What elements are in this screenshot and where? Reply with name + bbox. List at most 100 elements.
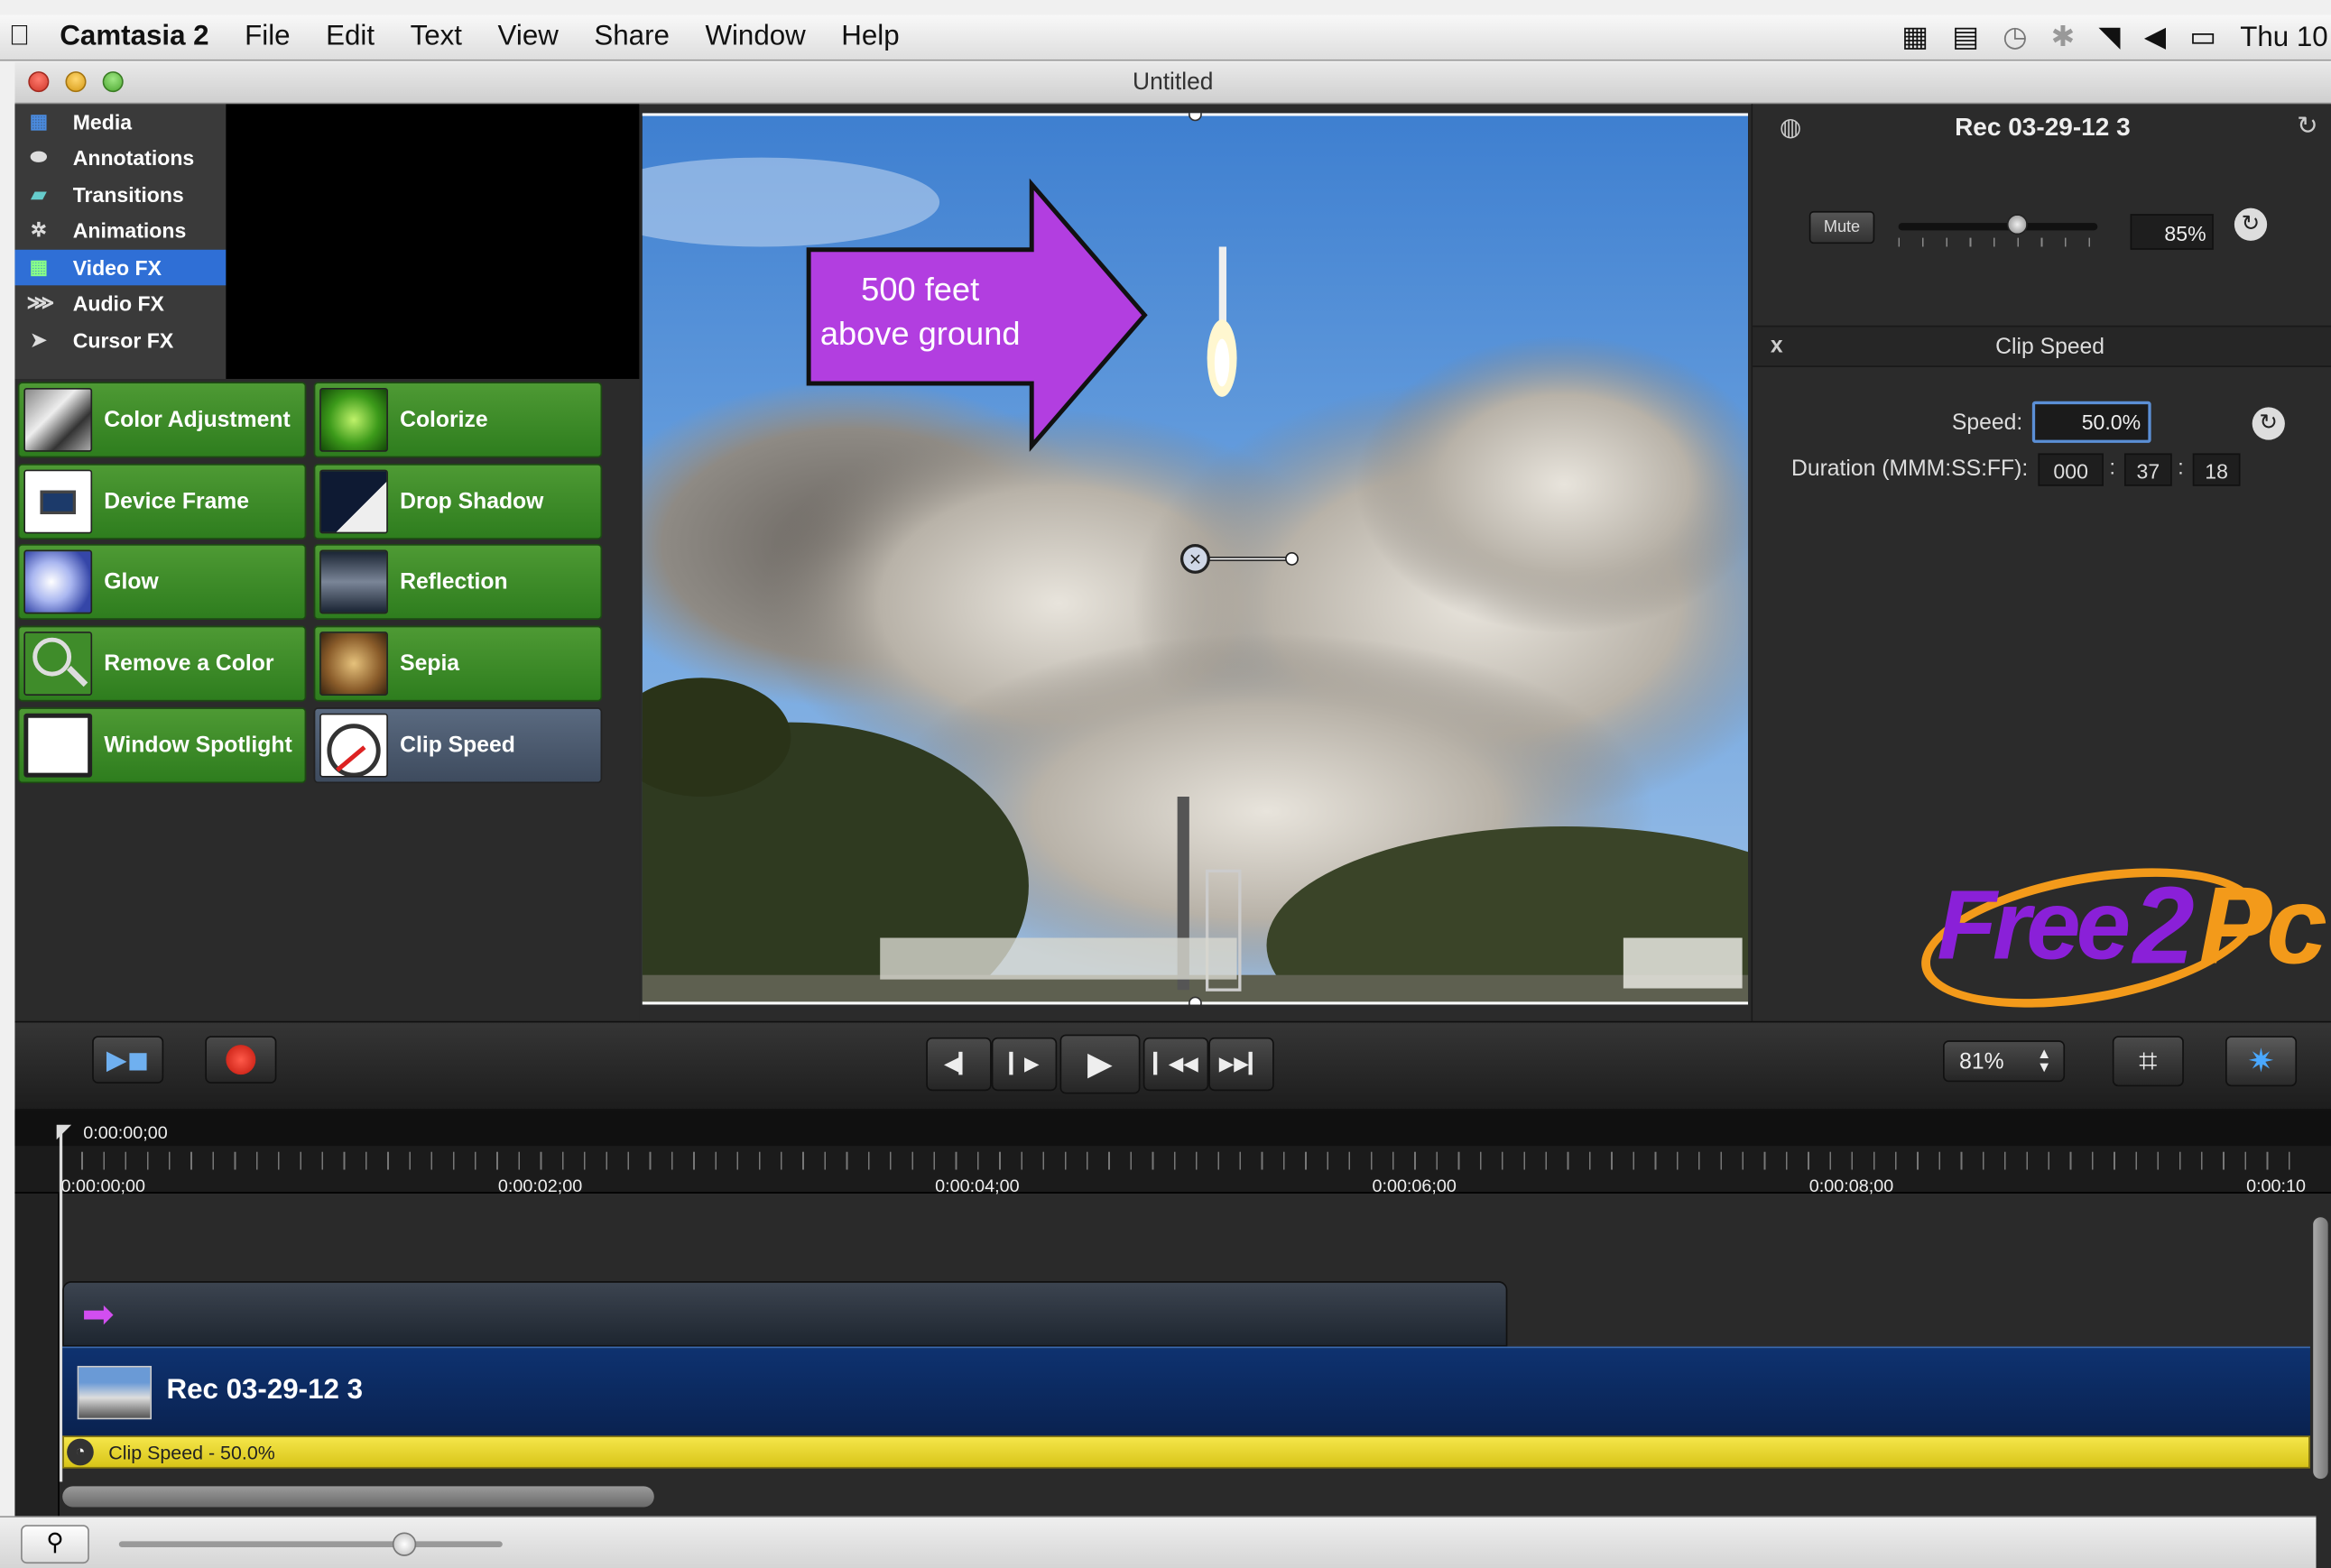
- bluetooth-icon[interactable]: ✱: [2051, 21, 2075, 55]
- speedometer-icon: [319, 713, 388, 778]
- menu-text[interactable]: Text: [411, 21, 462, 53]
- fx-remove-a-color[interactable]: Remove a Color: [17, 625, 307, 702]
- timeline-ruler[interactable]: ◤ 0:00:00;00 0:00:00;00 0:00:02;00 0:00:…: [14, 1110, 2331, 1197]
- timeline-horizontal-scrollbar[interactable]: [59, 1481, 2317, 1512]
- skip-back-icon: ▎◀◀: [1153, 1052, 1198, 1075]
- zoom-window-button[interactable]: [102, 71, 124, 93]
- rewind-button[interactable]: ▎◀◀: [1142, 1037, 1209, 1092]
- fx-window-spotlight[interactable]: Window Spotlight: [17, 707, 307, 784]
- volume-icon[interactable]: ◀: [2144, 21, 2166, 55]
- library-item-animations[interactable]: ✲ Animations: [14, 213, 226, 249]
- window-title-bar[interactable]: Untitled: [14, 62, 2331, 105]
- playhead-time: 0:00:00;00: [83, 1121, 168, 1143]
- library-item-transitions[interactable]: ▰ Transitions: [14, 177, 226, 213]
- film-status-icon[interactable]: ▦: [1901, 21, 1929, 55]
- timeline: ◤ 0:00:00;00 0:00:00;00 0:00:02;00 0:00:…: [14, 1110, 2331, 1568]
- gear-icon: ✷: [2247, 1041, 2275, 1080]
- duration-seconds-field[interactable]: 37: [2123, 453, 2172, 486]
- library-item-video-fx[interactable]: ▦ Video FX: [14, 249, 227, 286]
- wifi-icon[interactable]: ◥: [2098, 21, 2120, 55]
- preview-canvas[interactable]: × 500 feet above ground: [642, 113, 1749, 1005]
- fx-color-adjustment[interactable]: Color Adjustment: [17, 382, 307, 458]
- magnifier-icon: [23, 632, 93, 696]
- evernote-status-icon[interactable]: ▤: [1952, 21, 1979, 55]
- library-preview-area: [226, 104, 640, 380]
- previous-frame-button[interactable]: ◀▎: [926, 1037, 992, 1092]
- speed-reset-icon[interactable]: ↻: [2252, 407, 2285, 440]
- fx-reflection[interactable]: Reflection: [313, 543, 603, 620]
- main-window: ▦ Media ⬬ Annotations ▰ Transitions ✲ An…: [14, 104, 2331, 1568]
- speed-input[interactable]: 50.0%: [2031, 401, 2151, 443]
- timeline-zoom-bar: ⚲: [0, 1516, 2317, 1568]
- record-screen-button[interactable]: ▶◼: [92, 1036, 164, 1084]
- waveform-icon: ⋙: [26, 291, 55, 314]
- reset-icon[interactable]: ↻: [2297, 112, 2317, 142]
- transitions-icon: ▰: [31, 182, 47, 206]
- clock[interactable]: Thu 10: [2240, 22, 2327, 54]
- duration-frames-field[interactable]: 18: [2192, 453, 2241, 486]
- fast-forward-button[interactable]: ▶▶▎: [1208, 1037, 1274, 1092]
- fx-drop-shadow[interactable]: Drop Shadow: [313, 463, 603, 540]
- time-machine-icon[interactable]: ◷: [2003, 21, 2027, 55]
- properties-toggle-button[interactable]: ✷: [2225, 1036, 2298, 1087]
- library-item-audio-fx[interactable]: ⋙ Audio FX: [14, 285, 226, 321]
- zoom-search-button[interactable]: ⚲: [21, 1525, 89, 1564]
- record-icon: [226, 1045, 256, 1075]
- video-fx-panel: Color Adjustment Colorize Device Frame D…: [14, 379, 640, 1021]
- vertical-scroll-thumb[interactable]: [2313, 1217, 2328, 1480]
- fx-clip-speed[interactable]: Clip Speed: [313, 707, 603, 784]
- menu-file[interactable]: File: [245, 21, 290, 53]
- device-frame-thumbnail-icon: [23, 469, 93, 534]
- gear-icon: ✲: [30, 218, 47, 241]
- volume-reset-icon[interactable]: ↻: [2234, 208, 2268, 241]
- horizontal-scroll-thumb[interactable]: [62, 1486, 654, 1508]
- crop-button[interactable]: ⌗: [2112, 1036, 2184, 1087]
- menu-bar:  Camtasia 2 File Edit Text View Share W…: [0, 14, 2331, 61]
- fx-glow[interactable]: Glow: [17, 543, 307, 620]
- minimize-window-button[interactable]: [65, 71, 87, 93]
- next-frame-button[interactable]: ▎▶: [991, 1037, 1058, 1092]
- ruler-label-4: 0:00:04;00: [935, 1176, 1020, 1197]
- fx-sepia[interactable]: Sepia: [313, 625, 603, 702]
- battery-icon[interactable]: ▭: [2189, 21, 2216, 55]
- menu-window[interactable]: Window: [705, 21, 805, 53]
- volume-slider-knob[interactable]: [2007, 214, 2029, 235]
- volume-field[interactable]: 85%: [2130, 214, 2214, 250]
- ruler-label-8: 0:00:08;00: [1808, 1176, 1894, 1197]
- annotation-clip[interactable]: ➡: [62, 1281, 1508, 1347]
- mute-button[interactable]: Mute: [1808, 210, 1875, 244]
- fx-colorize[interactable]: Colorize: [313, 382, 603, 458]
- video-clip[interactable]: Rec 03-29-12 3: [62, 1346, 2310, 1436]
- zoom-select[interactable]: 81% ▲ ▼: [1943, 1040, 2066, 1083]
- timeline-zoom-slider[interactable]: [118, 1532, 503, 1556]
- color-adjustment-thumbnail-icon: [23, 387, 93, 452]
- clip-speed-bar[interactable]: ◔ Clip Speed - 50.0%: [62, 1435, 2310, 1469]
- track-headers: [14, 1193, 60, 1536]
- record-camera-button[interactable]: [205, 1036, 277, 1084]
- arrow-callout-icon: ➡: [81, 1291, 115, 1337]
- library-item-annotations[interactable]: ⬬ Annotations: [14, 140, 226, 176]
- fx-device-frame[interactable]: Device Frame: [17, 463, 307, 540]
- ruler-label-6: 0:00:06;00: [1372, 1176, 1457, 1197]
- timeline-vertical-scrollbar[interactable]: [2310, 1212, 2331, 1480]
- clip-label: Rec 03-29-12 3: [166, 1374, 364, 1407]
- duration-minutes-field[interactable]: 000: [2038, 453, 2104, 486]
- zoom-slider-knob[interactable]: [392, 1532, 417, 1556]
- app-menu[interactable]: Camtasia 2: [60, 21, 208, 53]
- volume-slider[interactable]: [1898, 214, 2098, 250]
- menu-help[interactable]: Help: [841, 21, 899, 53]
- film-icon: ▦: [29, 255, 48, 279]
- annotations-icon: ⬬: [30, 145, 47, 169]
- menu-view[interactable]: View: [498, 21, 559, 53]
- menu-share[interactable]: Share: [594, 21, 670, 53]
- close-window-button[interactable]: [28, 71, 50, 93]
- apple-menu-icon[interactable]: : [9, 21, 30, 53]
- drop-shadow-thumbnail-icon: [319, 469, 388, 534]
- library-item-media[interactable]: ▦ Media: [14, 104, 226, 140]
- colorize-thumbnail-icon: [319, 387, 388, 452]
- play-button[interactable]: ▶: [1059, 1034, 1141, 1094]
- menu-edit[interactable]: Edit: [326, 21, 375, 53]
- library-item-cursor-fx[interactable]: ➤ Cursor FX: [14, 322, 226, 358]
- callout-text[interactable]: 500 feet above ground: [809, 268, 1031, 357]
- cursor-icon: ➤: [30, 328, 47, 351]
